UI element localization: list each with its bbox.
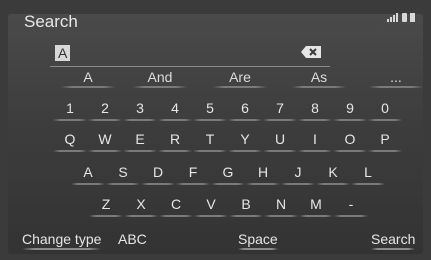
screen-title: Search	[24, 12, 78, 31]
status-icons	[387, 12, 415, 22]
key-j[interactable]: J	[281, 161, 315, 185]
prediction-item[interactable]: And	[125, 69, 195, 88]
battery-icon	[410, 13, 415, 22]
key-u[interactable]: U	[263, 128, 297, 152]
key-c[interactable]: C	[159, 193, 193, 217]
key-w[interactable]: W	[88, 128, 122, 152]
key-x[interactable]: X	[124, 193, 158, 217]
key-n[interactable]: N	[264, 193, 298, 217]
key-k[interactable]: K	[316, 161, 350, 185]
key-v[interactable]: V	[194, 193, 228, 217]
key-t[interactable]: T	[193, 128, 227, 152]
key-1[interactable]: 1	[53, 97, 87, 121]
signal-icon	[387, 12, 399, 22]
key-l[interactable]: L	[351, 161, 385, 185]
screen: Search A A And Are As... 1234567890QWERTYUI…	[0, 0, 431, 260]
key-hyphen[interactable]: -	[334, 193, 368, 217]
space-button[interactable]: Space	[238, 231, 278, 250]
key-p[interactable]: P	[368, 128, 402, 152]
keyboard-mode-label: ABC	[118, 231, 147, 247]
key-9[interactable]: 9	[333, 97, 367, 121]
key-z[interactable]: Z	[89, 193, 123, 217]
prediction-item[interactable]: A	[53, 69, 123, 88]
key-r[interactable]: R	[158, 128, 192, 152]
key-y[interactable]: Y	[228, 128, 262, 152]
key-s[interactable]: S	[106, 161, 140, 185]
search-input[interactable]: A	[50, 40, 330, 67]
prediction-item[interactable]: As	[284, 69, 354, 88]
more-predictions-button[interactable]: ...	[361, 69, 431, 88]
key-6[interactable]: 6	[228, 97, 262, 121]
key-7[interactable]: 7	[263, 97, 297, 121]
phone-icon	[402, 13, 407, 22]
key-f[interactable]: F	[176, 161, 210, 185]
change-type-button[interactable]: Change type	[22, 231, 102, 250]
search-input-value: A	[55, 45, 71, 61]
key-4[interactable]: 4	[158, 97, 192, 121]
key-0[interactable]: 0	[368, 97, 402, 121]
prediction-item[interactable]: Are	[205, 69, 275, 88]
backspace-icon	[301, 46, 321, 58]
key-e[interactable]: E	[123, 128, 157, 152]
key-2[interactable]: 2	[88, 97, 122, 121]
key-i[interactable]: I	[298, 128, 332, 152]
key-d[interactable]: D	[141, 161, 175, 185]
key-3[interactable]: 3	[123, 97, 157, 121]
backspace-button[interactable]	[300, 45, 322, 59]
key-5[interactable]: 5	[193, 97, 227, 121]
search-button[interactable]: Search	[371, 231, 416, 250]
key-b[interactable]: B	[229, 193, 263, 217]
key-a[interactable]: A	[71, 161, 105, 185]
key-h[interactable]: H	[246, 161, 280, 185]
key-o[interactable]: O	[333, 128, 367, 152]
key-8[interactable]: 8	[298, 97, 332, 121]
key-q[interactable]: Q	[53, 128, 87, 152]
key-g[interactable]: G	[211, 161, 245, 185]
key-m[interactable]: M	[299, 193, 333, 217]
